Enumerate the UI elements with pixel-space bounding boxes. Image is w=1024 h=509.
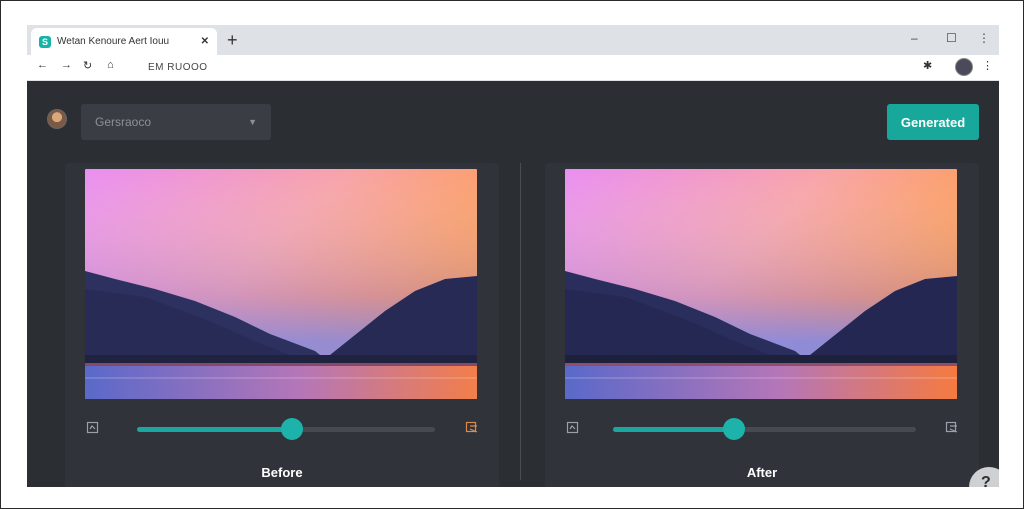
before-slider[interactable] <box>137 418 435 440</box>
address-bar[interactable]: EM RUOOO <box>148 62 208 73</box>
after-panel: After <box>545 163 979 487</box>
preset-dropdown[interactable]: Gersraoco ▼ <box>81 104 271 140</box>
after-caption: After <box>746 465 778 480</box>
forward-icon[interactable]: → <box>61 59 72 71</box>
tab-close-icon[interactable]: ✕ <box>201 36 209 47</box>
new-tab-icon[interactable]: + <box>227 30 238 50</box>
favicon-icon: S <box>39 35 51 48</box>
image-settings-icon[interactable] <box>945 420 959 434</box>
before-slider-fill <box>137 427 292 432</box>
image-compare-icon[interactable] <box>465 420 479 434</box>
home-icon[interactable]: ⌂ <box>107 59 114 71</box>
after-slider-fill <box>613 427 735 432</box>
browser-toolbar: ← → ↻ ⌂ EM RUOOO ✱ ⋮ <box>27 55 999 81</box>
after-slider-knob[interactable] <box>723 418 746 440</box>
preset-dropdown-value: Gersraoco <box>95 115 152 129</box>
browser-tab[interactable]: S Wetan Kenoure Aert Iouu ✕ <box>31 28 217 55</box>
after-slider[interactable] <box>613 418 916 440</box>
caret-down-icon: ▼ <box>248 117 257 127</box>
image-before-icon[interactable] <box>86 420 100 434</box>
app-area: Gersraoco ▼ Generated Before After ? <box>27 82 999 487</box>
profile-avatar[interactable] <box>955 58 973 76</box>
after-image <box>565 169 957 399</box>
minimize-icon[interactable]: – <box>911 31 918 45</box>
tab-strip: S Wetan Kenoure Aert Iouu ✕ + – ☐ ⋮ <box>27 25 999 55</box>
extension-icon[interactable]: ✱ <box>923 59 932 72</box>
before-caption: Before <box>261 465 303 480</box>
generate-button[interactable]: Generated <box>887 104 979 140</box>
maximize-icon[interactable]: ☐ <box>946 31 957 45</box>
screenshot-frame: S Wetan Kenoure Aert Iouu ✕ + – ☐ ⋮ ← → … <box>0 0 1024 509</box>
panel-divider <box>520 163 521 480</box>
browser-menu-icon[interactable]: ⋮ <box>982 59 993 72</box>
reload-icon[interactable]: ↻ <box>83 59 92 72</box>
before-image <box>85 169 477 399</box>
before-slider-knob[interactable] <box>280 418 303 440</box>
menu-icon[interactable]: ⋮ <box>978 31 990 45</box>
user-avatar[interactable] <box>47 109 67 129</box>
before-panel: Before <box>65 163 499 487</box>
landscape-image <box>85 169 477 399</box>
browser-window: S Wetan Kenoure Aert Iouu ✕ + – ☐ ⋮ ← → … <box>27 25 999 487</box>
tab-title: Wetan Kenoure Aert Iouu <box>57 36 170 47</box>
back-icon[interactable]: ← <box>37 59 48 71</box>
landscape-image-enhanced <box>565 169 957 399</box>
image-after-icon[interactable] <box>566 420 580 434</box>
